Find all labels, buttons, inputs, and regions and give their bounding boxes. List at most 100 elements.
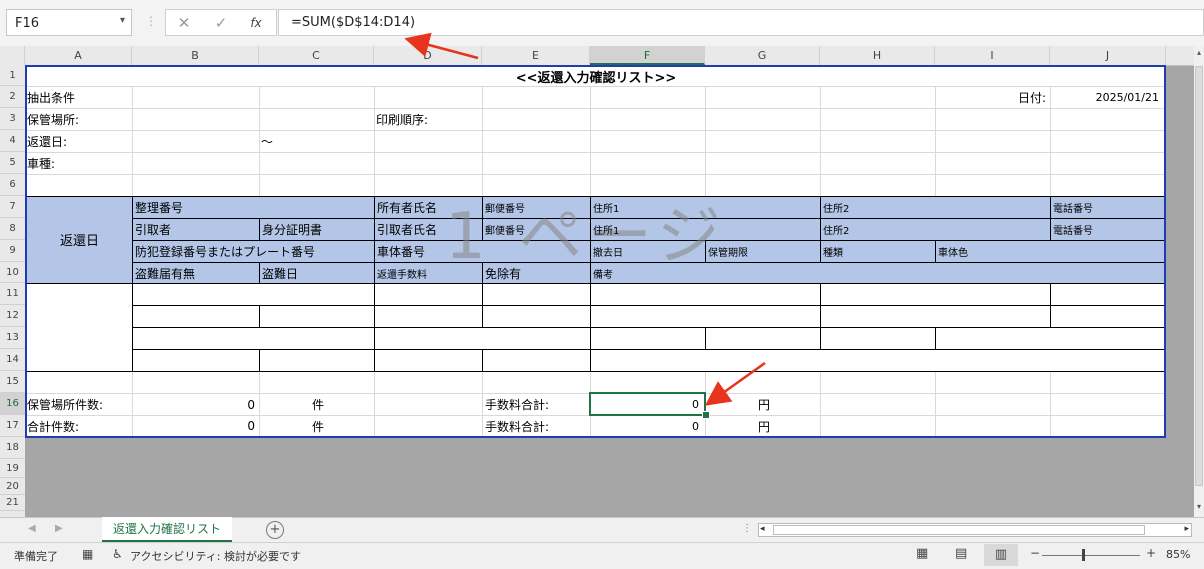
scroll-up-icon[interactable]: ▴ [1195, 48, 1203, 58]
row-header[interactable]: 17 [0, 415, 25, 437]
row-header[interactable]: 2 [0, 86, 25, 108]
column-header-b[interactable]: B [132, 46, 259, 65]
column-header-h[interactable]: H [820, 46, 935, 65]
row-header[interactable]: 9 [0, 240, 25, 262]
column-header-j[interactable]: J [1050, 46, 1166, 65]
row-header[interactable]: 16 [0, 393, 25, 415]
scroll-left-icon[interactable]: ◂ [760, 524, 765, 534]
fee-yen-unit: 円 [757, 419, 770, 434]
zoom-level[interactable]: 85% [1166, 548, 1190, 561]
cancel-icon[interactable]: ✕ [166, 9, 202, 36]
zoom-slider-thumb[interactable] [1082, 549, 1085, 561]
header-cell: 郵便番号 [485, 226, 525, 237]
page-gap [25, 438, 1166, 517]
zoom-out-icon[interactable]: − [1030, 546, 1040, 560]
accessibility-icon[interactable]: ♿ [112, 547, 123, 561]
tab-next-icon[interactable]: ▶ [55, 523, 63, 534]
row-header[interactable]: 20 [0, 478, 25, 495]
row-header[interactable]: 21 [0, 495, 25, 511]
header-cell: 種類 [823, 248, 843, 259]
header-cell: 住所1 [593, 226, 620, 237]
header-cell: 所有者氏名 [377, 201, 438, 215]
row-header[interactable]: 15 [0, 371, 25, 393]
formula-input[interactable]: =SUM($D$14:D14) [278, 9, 1204, 36]
more-icon: ⋮ [145, 14, 157, 28]
tab-prev-icon[interactable]: ◀ [28, 523, 36, 534]
row-header[interactable]: 1 [0, 65, 25, 86]
header-cell: 整理番号 [135, 201, 184, 215]
row-header[interactable]: 14 [0, 349, 25, 371]
header-cell: 撤去日 [593, 248, 623, 259]
active-cell-f16[interactable] [589, 392, 706, 416]
column-header-a[interactable]: A [25, 46, 132, 65]
page-break-view-icon[interactable]: ▥ [984, 544, 1018, 566]
storage-count-label: 保管場所件数: [27, 398, 104, 412]
chevron-down-icon[interactable]: ▾ [120, 15, 125, 26]
total-count-label: 合計件数: [27, 419, 80, 434]
accessibility-status[interactable]: アクセシビリティ: 検討が必要です [130, 548, 301, 564]
total-count-value: 0 [247, 419, 255, 433]
date-label: 日付: [1017, 91, 1046, 105]
fee-yen-unit: 円 [757, 398, 770, 412]
column-headers: A B C D E F G H I J [0, 46, 1194, 66]
header-cell: 車体色 [938, 248, 968, 259]
storage-count-unit: 件 [311, 398, 324, 412]
row-header[interactable]: 18 [0, 437, 25, 459]
header-cell: 身分証明書 [262, 223, 323, 237]
worksheet[interactable]: 1 ページ <<返還入力確認リスト>> 抽出条件 日付: 2025/01/21 … [25, 65, 1166, 517]
ready-status: 準備完了 [14, 550, 58, 563]
row-header[interactable]: 8 [0, 218, 25, 240]
vehicle-type-label: 車種: [27, 157, 56, 171]
row-header[interactable]: 10 [0, 262, 25, 283]
row-header[interactable]: 3 [0, 108, 25, 130]
page-layout-icon[interactable]: ▤ [955, 546, 967, 561]
header-cell: 返還手数料 [377, 269, 427, 281]
enter-icon[interactable]: ✓ [203, 9, 239, 36]
add-sheet-icon[interactable]: + [266, 521, 284, 539]
column-header-d[interactable]: D [374, 46, 482, 65]
header-cell: 盗難届有無 [135, 266, 196, 281]
column-header-f[interactable]: F [590, 46, 705, 65]
header-cell: 電話番号 [1053, 226, 1093, 237]
print-order-label: 印刷順序: [376, 113, 429, 127]
column-header-i[interactable]: I [935, 46, 1050, 65]
name-box-value: F16 [15, 16, 40, 31]
status-bar: 準備完了 ▦ ♿ アクセシビリティ: 検討が必要です ▦ ▤ ▥ − + 85% [0, 542, 1204, 569]
row-header[interactable]: 4 [0, 130, 25, 152]
range-tilde: ～ [261, 135, 274, 149]
column-header-c[interactable]: C [259, 46, 374, 65]
column-header-e[interactable]: E [482, 46, 590, 65]
row-header[interactable]: 7 [0, 196, 25, 218]
scroll-down-icon[interactable]: ▾ [1195, 502, 1203, 512]
row-header[interactable]: 6 [0, 174, 25, 196]
macro-icon[interactable]: ▦ [82, 547, 93, 561]
insert-function-icon[interactable]: fx [238, 9, 274, 36]
column-header-g[interactable]: G [705, 46, 820, 65]
row-header[interactable]: 13 [0, 327, 25, 349]
row-header[interactable]: 11 [0, 283, 25, 305]
row-header[interactable]: 5 [0, 152, 25, 174]
header-cell: 郵便番号 [485, 204, 525, 215]
fill-handle[interactable] [702, 411, 710, 419]
extraction-conditions-label: 抽出条件 [27, 91, 76, 105]
select-all-corner[interactable] [0, 46, 25, 65]
scroll-thumb[interactable] [1195, 66, 1203, 486]
row-header[interactable]: 19 [0, 459, 25, 478]
header-cell: 備考 [593, 269, 613, 281]
row-header[interactable]: 12 [0, 305, 25, 327]
sheet-tab-return-list[interactable]: 返還入力確認リスト [102, 517, 232, 542]
formula-text: =SUM($D$14:D14) [291, 15, 416, 30]
horizontal-scrollbar[interactable]: ◂ ▸ [758, 523, 1192, 537]
scroll-right-icon[interactable]: ▸ [1184, 524, 1189, 534]
zoom-in-icon[interactable]: + [1146, 546, 1156, 560]
fee-total-label: 手数料合計: [485, 398, 550, 412]
name-box[interactable]: F16 ▾ [6, 9, 132, 36]
fee-total-value: 0 [692, 419, 699, 433]
vertical-scrollbar[interactable]: ▴ ▾ [1194, 46, 1204, 517]
storage-place-label: 保管場所: [27, 113, 80, 127]
header-cell: 住所1 [593, 204, 620, 215]
header-cell: 盗難日 [262, 266, 299, 281]
normal-view-icon[interactable]: ▦ [916, 546, 928, 561]
zoom-slider[interactable] [1042, 555, 1140, 556]
scroll-thumb[interactable] [773, 525, 1145, 535]
